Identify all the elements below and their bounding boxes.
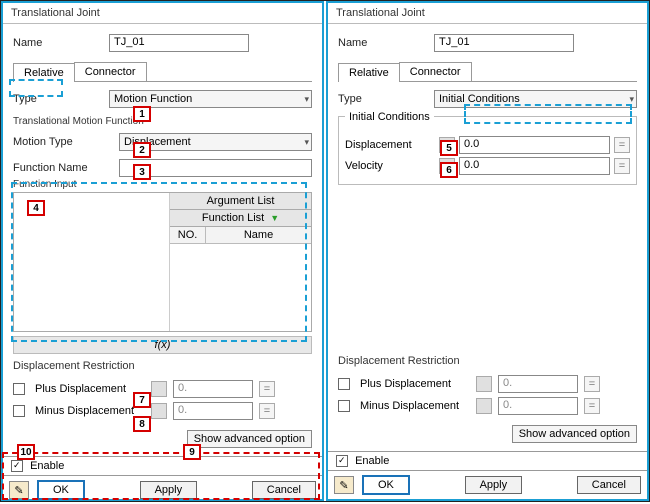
argument-list-header[interactable]: Argument List (170, 193, 311, 210)
apply-button[interactable]: Apply (140, 481, 198, 499)
tab-relative[interactable]: Relative (338, 63, 400, 82)
show-advanced-button[interactable]: Show advanced option (512, 425, 637, 443)
tab-relative[interactable]: Relative (13, 63, 75, 82)
cancel-button[interactable]: Cancel (577, 476, 641, 494)
function-table-body[interactable] (170, 244, 311, 331)
grey-box-icon[interactable] (476, 398, 492, 414)
type-value: Initial Conditions (439, 93, 520, 105)
right-body: Name TJ_01 Relative Connector Type Initi… (328, 24, 647, 451)
callout-8: 8 (133, 416, 151, 432)
disp-value[interactable]: 0.0 (459, 136, 610, 154)
enable-row: Enable (3, 456, 322, 475)
callout-6: 6 (440, 162, 458, 178)
equals-icon[interactable]: = (614, 137, 630, 153)
window-title: Translational Joint (328, 3, 647, 24)
initial-conditions-group: Initial Conditions Displacement 0.0 = Ve… (338, 116, 637, 185)
minus-disp-checkbox[interactable] (13, 405, 25, 417)
type-select[interactable]: Initial Conditions ▾ (434, 90, 637, 108)
plus-disp-checkbox[interactable] (338, 378, 350, 390)
window-title: Translational Joint (3, 3, 322, 24)
plus-disp-value[interactable]: 0. (173, 380, 253, 398)
minus-disp-label: Minus Displacement (360, 400, 470, 412)
plus-disp-checkbox[interactable] (13, 383, 25, 395)
restriction-label: Displacement Restriction (13, 354, 312, 372)
enable-label: Enable (355, 455, 389, 467)
ic-legend: Initial Conditions (345, 111, 434, 123)
minus-disp-label: Minus Displacement (35, 405, 145, 417)
minus-disp-value[interactable]: 0. (173, 402, 253, 420)
enable-row: Enable (328, 451, 647, 470)
help-icon[interactable]: ✎ (9, 481, 29, 499)
help-icon[interactable]: ✎ (334, 476, 354, 494)
plus-disp-value[interactable]: 0. (498, 375, 578, 393)
col-name: Name (206, 227, 311, 243)
name-input[interactable]: TJ_01 (109, 34, 249, 52)
disp-label: Displacement (345, 139, 435, 151)
equals-icon[interactable]: = (584, 376, 600, 392)
footer: ✎ OK Apply Cancel (3, 475, 322, 504)
callout-5: 5 (440, 140, 458, 156)
plus-disp-label: Plus Displacement (360, 378, 470, 390)
function-table: NO. Name (170, 227, 311, 331)
grey-box-icon[interactable] (151, 403, 167, 419)
tmf-label: Translational Motion Function (13, 116, 312, 127)
tabs: Relative Connector (338, 62, 637, 82)
chevron-down-icon: ▾ (304, 137, 309, 148)
equals-icon[interactable]: = (259, 381, 275, 397)
motion-type-label: Motion Type (13, 136, 113, 148)
footer: ✎ OK Apply Cancel (328, 470, 647, 499)
callout-4: 4 (27, 200, 45, 216)
equals-icon[interactable]: = (259, 403, 275, 419)
function-input-label: Function Input (13, 179, 312, 190)
callout-7: 7 (133, 392, 151, 408)
tab-connector[interactable]: Connector (74, 62, 147, 81)
callout-9: 9 (183, 444, 201, 460)
grey-box-icon[interactable] (476, 376, 492, 392)
type-label: Type (13, 93, 103, 105)
left-body: Name TJ_01 Relative Connector Type Motio… (3, 24, 322, 456)
apply-button[interactable]: Apply (465, 476, 523, 494)
minus-disp-checkbox[interactable] (338, 400, 350, 412)
enable-label: Enable (30, 460, 64, 472)
callout-3: 3 (133, 164, 151, 180)
minus-disp-value[interactable]: 0. (498, 397, 578, 415)
vel-label: Velocity (345, 160, 435, 172)
fx-button[interactable]: f(x) (13, 336, 312, 354)
type-value: Motion Function (114, 93, 192, 105)
right-pane: Translational Joint Name TJ_01 Relative … (326, 1, 649, 501)
cancel-button[interactable]: Cancel (252, 481, 316, 499)
enable-checkbox[interactable] (336, 455, 348, 467)
ok-button[interactable]: OK (37, 480, 85, 500)
callout-2: 2 (133, 142, 151, 158)
equals-icon[interactable]: = (614, 158, 630, 174)
equals-icon[interactable]: = (584, 398, 600, 414)
function-name-label: Function Name (13, 162, 113, 174)
show-advanced-button[interactable]: Show advanced option (187, 430, 312, 448)
function-list-header[interactable]: Function List ▼ (170, 210, 311, 227)
app-root: Translational Joint Name TJ_01 Relative … (0, 0, 650, 502)
name-label: Name (338, 37, 428, 49)
tab-connector[interactable]: Connector (399, 62, 472, 81)
vel-value[interactable]: 0.0 (459, 157, 610, 175)
triangle-down-icon: ▼ (270, 213, 279, 223)
ok-button[interactable]: OK (362, 475, 410, 495)
name-input[interactable]: TJ_01 (434, 34, 574, 52)
callout-1: 1 (133, 106, 151, 122)
plus-disp-label: Plus Displacement (35, 383, 145, 395)
enable-checkbox[interactable] (11, 460, 23, 472)
type-label: Type (338, 93, 428, 105)
left-pane: Translational Joint Name TJ_01 Relative … (1, 1, 324, 501)
restriction-label: Displacement Restriction (338, 349, 637, 367)
callout-10: 10 (17, 444, 35, 460)
tabs: Relative Connector (13, 62, 312, 82)
function-box: Argument List Function List ▼ NO. Name (13, 192, 312, 332)
name-label: Name (13, 37, 103, 49)
grey-box-icon[interactable] (151, 381, 167, 397)
col-no: NO. (170, 227, 206, 243)
chevron-down-icon: ▾ (304, 94, 309, 105)
chevron-down-icon: ▾ (629, 94, 634, 105)
